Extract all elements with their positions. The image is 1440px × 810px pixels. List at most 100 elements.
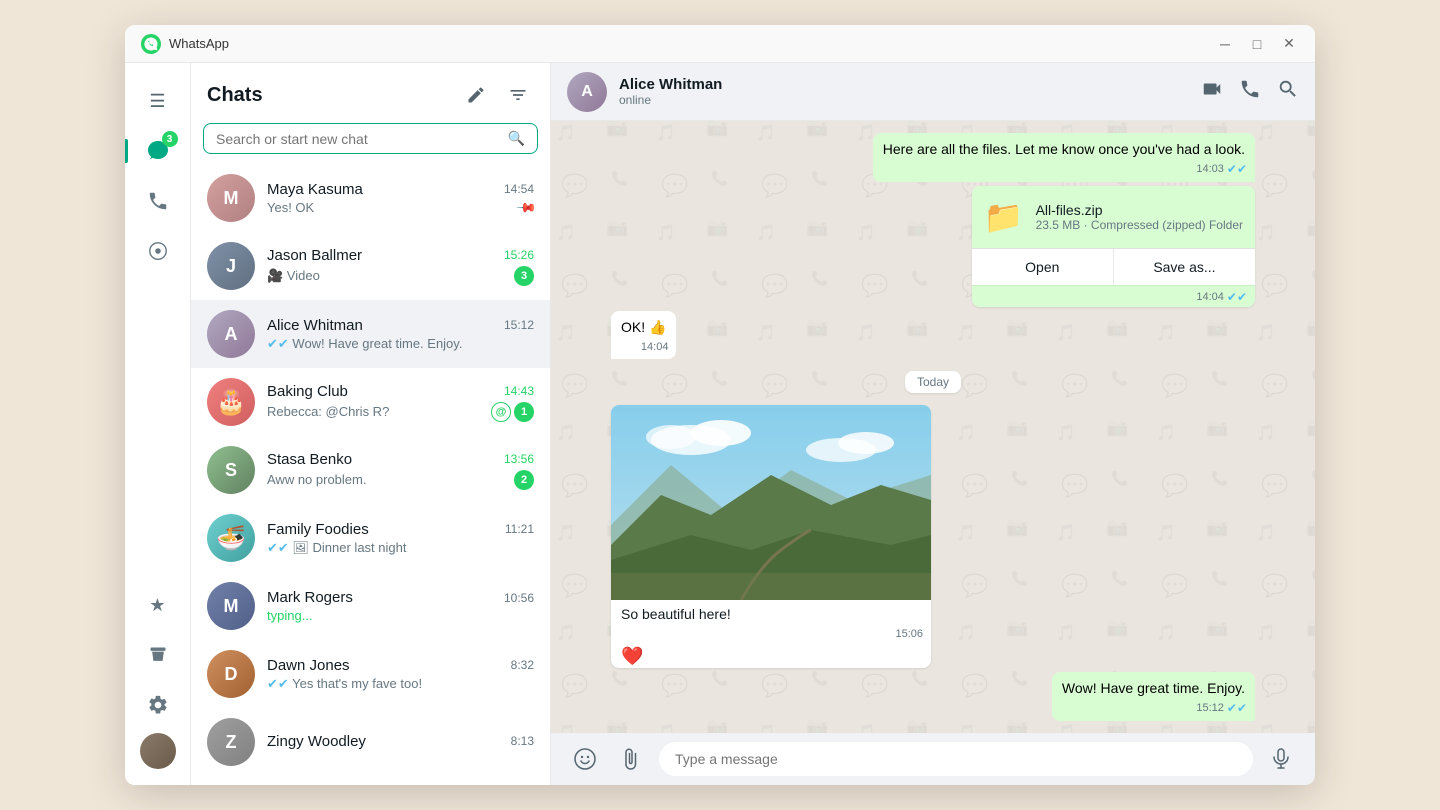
file-name: All-files.zip [1036,202,1243,218]
search-chat-button[interactable] [1277,78,1299,105]
file-save-button[interactable]: Save as... [1114,249,1255,285]
chat-name-mark: Mark Rogers [267,589,353,606]
sidebar-archived-icon[interactable] [136,633,180,677]
avatar-zingy: Z [207,718,255,766]
chat-time-stasa: 13:56 [504,452,534,466]
maximize-button[interactable]: □ [1247,34,1267,54]
mountain-image [611,405,931,600]
video-call-button[interactable] [1201,78,1223,105]
chat-item-stasa[interactable]: S Stasa Benko 13:56 Aww no problem. 2 [191,436,550,504]
sidebar-settings-icon[interactable] [136,683,180,727]
chat-header-avatar[interactable]: A [567,72,607,112]
sidebar-user-avatar[interactable] [140,733,176,769]
file-icon: 📁 [984,198,1024,236]
chat-item-dawn[interactable]: D Dawn Jones 8:32 ✔✔ Yes that's my fave … [191,640,550,708]
unread-badge-jason: 3 [514,266,534,286]
app-logo-icon [141,34,161,54]
unread-badge-stasa: 2 [514,470,534,490]
unread-badge-baking: @ [491,402,511,422]
chat-name-family: Family Foodies [267,521,369,538]
chat-name-zingy: Zingy Woodley [267,733,366,750]
messages-area[interactable]: Here are all the files. Let me know once… [551,121,1315,733]
sidebar-starred-icon[interactable]: ★ [136,583,180,627]
minimize-button[interactable]: ─ [1215,34,1235,54]
message-time-6: 15:12 ✔✔ [1196,700,1247,717]
emoji-button[interactable] [567,741,603,777]
chat-list: M Maya Kasuma 14:54 Yes! OK 📌 J [191,164,550,785]
voice-message-button[interactable] [1263,741,1299,777]
attachment-button[interactable] [613,741,649,777]
chat-time-family: 11:21 [505,522,534,536]
message-sent-6: Wow! Have great time. Enjoy. 15:12 ✔✔ [1052,672,1255,721]
close-button[interactable]: ✕ [1279,34,1299,54]
message-input[interactable] [659,742,1253,776]
photo-time: 15:06 [895,628,923,640]
chat-time-baking: 14:43 [504,384,534,398]
search-input[interactable] [216,131,508,147]
chat-name-dawn: Dawn Jones [267,657,350,674]
chat-preview-dawn: ✔✔ Yes that's my fave too! [267,676,534,692]
chat-area: 💬 📷 🎵 📞 A Alice Whitman online [551,63,1315,785]
titlebar: WhatsApp ─ □ ✕ [125,25,1315,63]
chat-item-baking[interactable]: 🎂 Baking Club 14:43 Rebecca: @Chris R? @… [191,368,550,436]
sidebar-status-icon[interactable] [136,229,180,273]
file-actions: Open Save as... [972,248,1255,285]
sidebar-bottom-icons: ★ [136,583,180,769]
chat-time-maya: 14:54 [504,182,534,196]
chat-info-baking: Baking Club 14:43 Rebecca: @Chris R? @ 1 [267,383,534,422]
chat-preview-mark: typing... [267,608,534,623]
chat-info-mark: Mark Rogers 10:56 typing... [267,589,534,623]
chat-info-dawn: Dawn Jones 8:32 ✔✔ Yes that's my fave to… [267,657,534,692]
sidebar-chats-icon[interactable]: 3 [136,129,180,173]
app-title: WhatsApp [169,36,1215,51]
file-open-button[interactable]: Open [972,249,1114,285]
message-sent-1: Here are all the files. Let me know once… [873,133,1255,182]
message-text-6: Wow! Have great time. Enjoy. [1062,680,1245,696]
search-container: 🔍 [191,119,550,164]
chat-name-jason: Jason Ballmer [267,247,362,264]
chat-info-zingy: Zingy Woodley 8:13 [267,733,534,752]
chat-header-info: Alice Whitman online [619,76,1201,107]
date-divider-label: Today [905,371,961,393]
chat-info-family: Family Foodies 11:21 ✔✔ 🖼 Dinner last ni… [267,521,534,556]
chat-item-jason[interactable]: J Jason Ballmer 15:26 🎥 Video 3 [191,232,550,300]
chat-preview-maya: Yes! OK [267,200,512,215]
chat-preview-family: ✔✔ 🖼 Dinner last night [267,540,534,556]
date-divider-today: Today [611,375,1255,389]
sidebar-menu-icon[interactable]: ☰ [136,79,180,123]
chat-preview-jason: 🎥 Video [267,268,508,284]
chat-info-stasa: Stasa Benko 13:56 Aww no problem. 2 [267,451,534,490]
chat-preview-alice: ✔✔ Wow! Have great time. Enjoy. [267,336,534,352]
avatar-alice: A [207,310,255,358]
chat-name-stasa: Stasa Benko [267,451,352,468]
titlebar-controls: ─ □ ✕ [1215,34,1299,54]
file-details: All-files.zip 23.5 MB · Compressed (zipp… [1036,202,1243,232]
filter-button[interactable] [502,79,534,111]
chat-name-baking: Baking Club [267,383,348,400]
chat-item-family[interactable]: 🍜 Family Foodies 11:21 ✔✔ 🖼 Dinner last … [191,504,550,572]
chat-item-maya[interactable]: M Maya Kasuma 14:54 Yes! OK 📌 [191,164,550,232]
unread-count-baking: 1 [514,402,534,422]
chat-list-header: Chats [191,63,550,119]
file-info-row: 📁 All-files.zip 23.5 MB · Compressed (zi… [972,186,1255,248]
chat-header-name: Alice Whitman [619,76,1201,93]
chat-preview-baking: Rebecca: @Chris R? [267,404,485,419]
app-window: WhatsApp ─ □ ✕ ☰ 3 [125,25,1315,785]
photo-reaction[interactable]: ❤️ [611,644,931,668]
chat-item-alice[interactable]: A Alice Whitman 15:12 ✔✔ Wow! Have great… [191,300,550,368]
chat-time-alice: 15:12 [504,318,534,332]
app-body: ☰ 3 [125,63,1315,785]
new-chat-button[interactable] [460,79,492,111]
icon-sidebar: ☰ 3 [125,63,191,785]
message-received-3: OK! 👍 14:04 [611,311,676,360]
avatar-maya: M [207,174,255,222]
chat-item-zingy[interactable]: Z Zingy Woodley 8:13 [191,708,550,776]
avatar-stasa: S [207,446,255,494]
chat-item-mark[interactable]: M Mark Rogers 10:56 typing... [191,572,550,640]
chat-time-mark: 10:56 [504,591,534,605]
avatar-mark: M [207,582,255,630]
sidebar-calls-icon[interactable] [136,179,180,223]
voice-call-button[interactable] [1239,78,1261,105]
chat-list-title: Chats [207,84,263,107]
avatar-family: 🍜 [207,514,255,562]
